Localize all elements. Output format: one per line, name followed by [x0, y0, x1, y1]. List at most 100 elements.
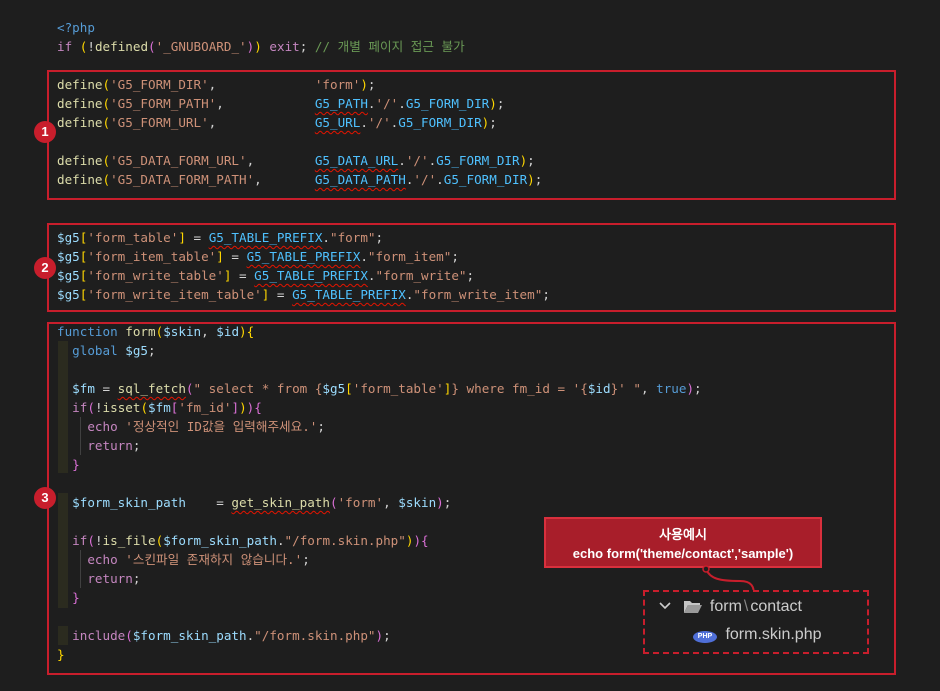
table-key: 'form_item_table' — [87, 249, 217, 264]
table-prefix-const: G5_TABLE_PREFIX — [208, 230, 323, 245]
fn-define: define — [57, 115, 103, 130]
code-line-define-form-url: define('G5_FORM_URL', G5_URL.'/'.G5_FORM… — [57, 115, 497, 130]
table-suffix: "form_item" — [367, 249, 452, 264]
php-file-icon: PHP — [693, 631, 717, 643]
var-fm: $fm — [148, 400, 171, 415]
folder-contact-label: contact — [750, 598, 802, 615]
define-tail: G5_FORM_DIR — [436, 153, 520, 168]
define-slash: '/' — [405, 153, 429, 168]
var-form-skin-path: $form_skin_path — [132, 628, 247, 643]
folder-open-icon — [683, 598, 705, 620]
define-name: 'G5_FORM_DIR' — [110, 77, 209, 92]
fn-define: define — [57, 153, 103, 168]
define-const: G5_URL — [314, 115, 361, 130]
table-key: 'form_table' — [87, 230, 179, 245]
table-prefix-const: G5_TABLE_PREFIX — [292, 287, 406, 302]
fn-sql-fetch: sql_fetch — [117, 381, 186, 396]
badge-1: 1 — [34, 121, 56, 143]
define-slash: '/' — [375, 96, 399, 111]
table-key: 'form_write_table' — [87, 268, 224, 283]
code-line-close-brace: } — [72, 590, 80, 605]
code-line-if-isset: if(!isset($fm['fm_id'])){ — [72, 400, 262, 415]
var-form-skin-path: $form_skin_path — [163, 533, 277, 548]
code-line-include: include($form_skin_path."/form.skin.php"… — [72, 628, 391, 643]
skin-file-string: "/form.skin.php" — [284, 533, 406, 548]
msg-invalid-id: '정상적인 ID값을 입력해주세요.' — [125, 419, 318, 434]
path-separator: \ — [743, 598, 749, 615]
code-line-return: return; — [87, 438, 141, 453]
table-key: 'form_write_item_table' — [87, 287, 262, 302]
badge-3: 3 — [34, 487, 56, 509]
var-g5: $g5 — [322, 381, 346, 396]
kw-true: true — [656, 381, 687, 396]
guard-const: '_GNUBOARD_' — [155, 39, 247, 54]
code-line-global: global $g5; — [72, 343, 156, 358]
code-line-sql-fetch: $fm = sql_fetch(" select * from {$g5['fo… — [72, 381, 702, 396]
define-name: 'G5_DATA_FORM_PATH' — [110, 172, 255, 187]
tree-folder-row[interactable]: form \ contact — [659, 596, 802, 618]
fn-isset: isset — [102, 400, 141, 415]
code-line-define-form-dir: define('G5_FORM_DIR', 'form'); — [57, 77, 376, 92]
table-prefix-const: G5_TABLE_PREFIX — [246, 249, 361, 264]
define-tail: G5_FORM_DIR — [405, 96, 490, 111]
kw-echo: echo — [87, 419, 118, 434]
fn-form: form — [125, 324, 156, 339]
define-tail: G5_FORM_DIR — [398, 115, 482, 130]
define-value: 'form' — [314, 77, 361, 92]
sql-key: 'form_table' — [352, 381, 444, 396]
fn-define: define — [57, 96, 103, 111]
kw-echo: echo — [87, 552, 118, 567]
file-name-label: form.skin.php — [725, 626, 822, 643]
code-line-g5-form-write-table: $g5['form_write_table'] = G5_TABLE_PREFI… — [57, 268, 475, 283]
code-line-define-form-path: define('G5_FORM_PATH', G5_PATH.'/'.G5_FO… — [57, 96, 505, 111]
kw-include: include — [72, 628, 126, 643]
usage-callout: 사용예시 echo form('theme/contact','sample') — [544, 517, 822, 568]
define-name: 'G5_FORM_URL' — [110, 115, 209, 130]
kw-if: if — [57, 39, 73, 54]
table-suffix: "form_write_item" — [413, 287, 543, 302]
file-tree-panel: form \ contact PHP form.skin.php — [643, 590, 869, 654]
code-line-function-close: } — [57, 647, 65, 662]
table-prefix-const: G5_TABLE_PREFIX — [254, 268, 368, 283]
chevron-down-icon — [659, 596, 671, 618]
callout-title: 사용예시 — [659, 527, 707, 542]
var-fm: $fm — [72, 381, 95, 396]
code-line-close-brace: } — [72, 457, 80, 472]
var-g5: $g5 — [125, 343, 149, 358]
skin-file-string: "/form.skin.php" — [254, 628, 376, 643]
code-line-define-data-form-url: define('G5_DATA_FORM_URL', G5_DATA_URL.'… — [57, 153, 535, 168]
define-const: G5_DATA_URL — [314, 153, 399, 168]
msg-skin-missing: '스킨파일 존재하지 않습니다.' — [125, 552, 303, 567]
arg-skin: $skin — [163, 324, 202, 339]
var-g5: $g5 — [57, 287, 80, 302]
define-slash: '/' — [413, 172, 437, 187]
fn-define: define — [57, 172, 103, 187]
fn-is-file: is_file — [102, 533, 156, 548]
sql-string: " select * from { — [193, 381, 323, 396]
callout-example: echo form('theme/contact','sample') — [572, 546, 794, 561]
var-skin: $skin — [398, 495, 437, 510]
kw-exit: exit — [269, 39, 300, 54]
var-form-skin-path: $form_skin_path — [72, 495, 186, 510]
tree-file-row[interactable]: PHP form.skin.php — [693, 624, 822, 646]
table-suffix: "form_write" — [375, 268, 467, 283]
code-line-function-decl: function form($skin, $id){ — [57, 324, 255, 339]
sql-string: }' " — [610, 381, 641, 396]
define-const: G5_DATA_PATH — [314, 172, 406, 187]
fn-define: define — [57, 77, 103, 92]
code-line-return: return; — [87, 571, 141, 586]
var-g5: $g5 — [57, 230, 80, 245]
code-line-g5-form-item-table: $g5['form_item_table'] = G5_TABLE_PREFIX… — [57, 249, 459, 264]
sql-string: } where fm_id = '{ — [451, 381, 588, 396]
code-line-if-is-file: if(!is_file($form_skin_path."/form.skin.… — [72, 533, 429, 548]
var-g5: $g5 — [57, 249, 80, 264]
kw-global: global — [72, 343, 118, 358]
skin-arg: 'form' — [337, 495, 384, 510]
kw-return: return — [87, 571, 133, 586]
var-g5: $g5 — [57, 268, 80, 283]
kw-return: return — [87, 438, 133, 453]
code-line-guard: if (!defined('_GNUBOARD_')) exit; // 개별 … — [57, 39, 465, 54]
code-line-g5-form-table: $g5['form_table'] = G5_TABLE_PREFIX."for… — [57, 230, 384, 245]
kw-function: function — [57, 324, 118, 339]
guard-comment: // 개별 페이지 접근 불가 — [314, 39, 465, 54]
